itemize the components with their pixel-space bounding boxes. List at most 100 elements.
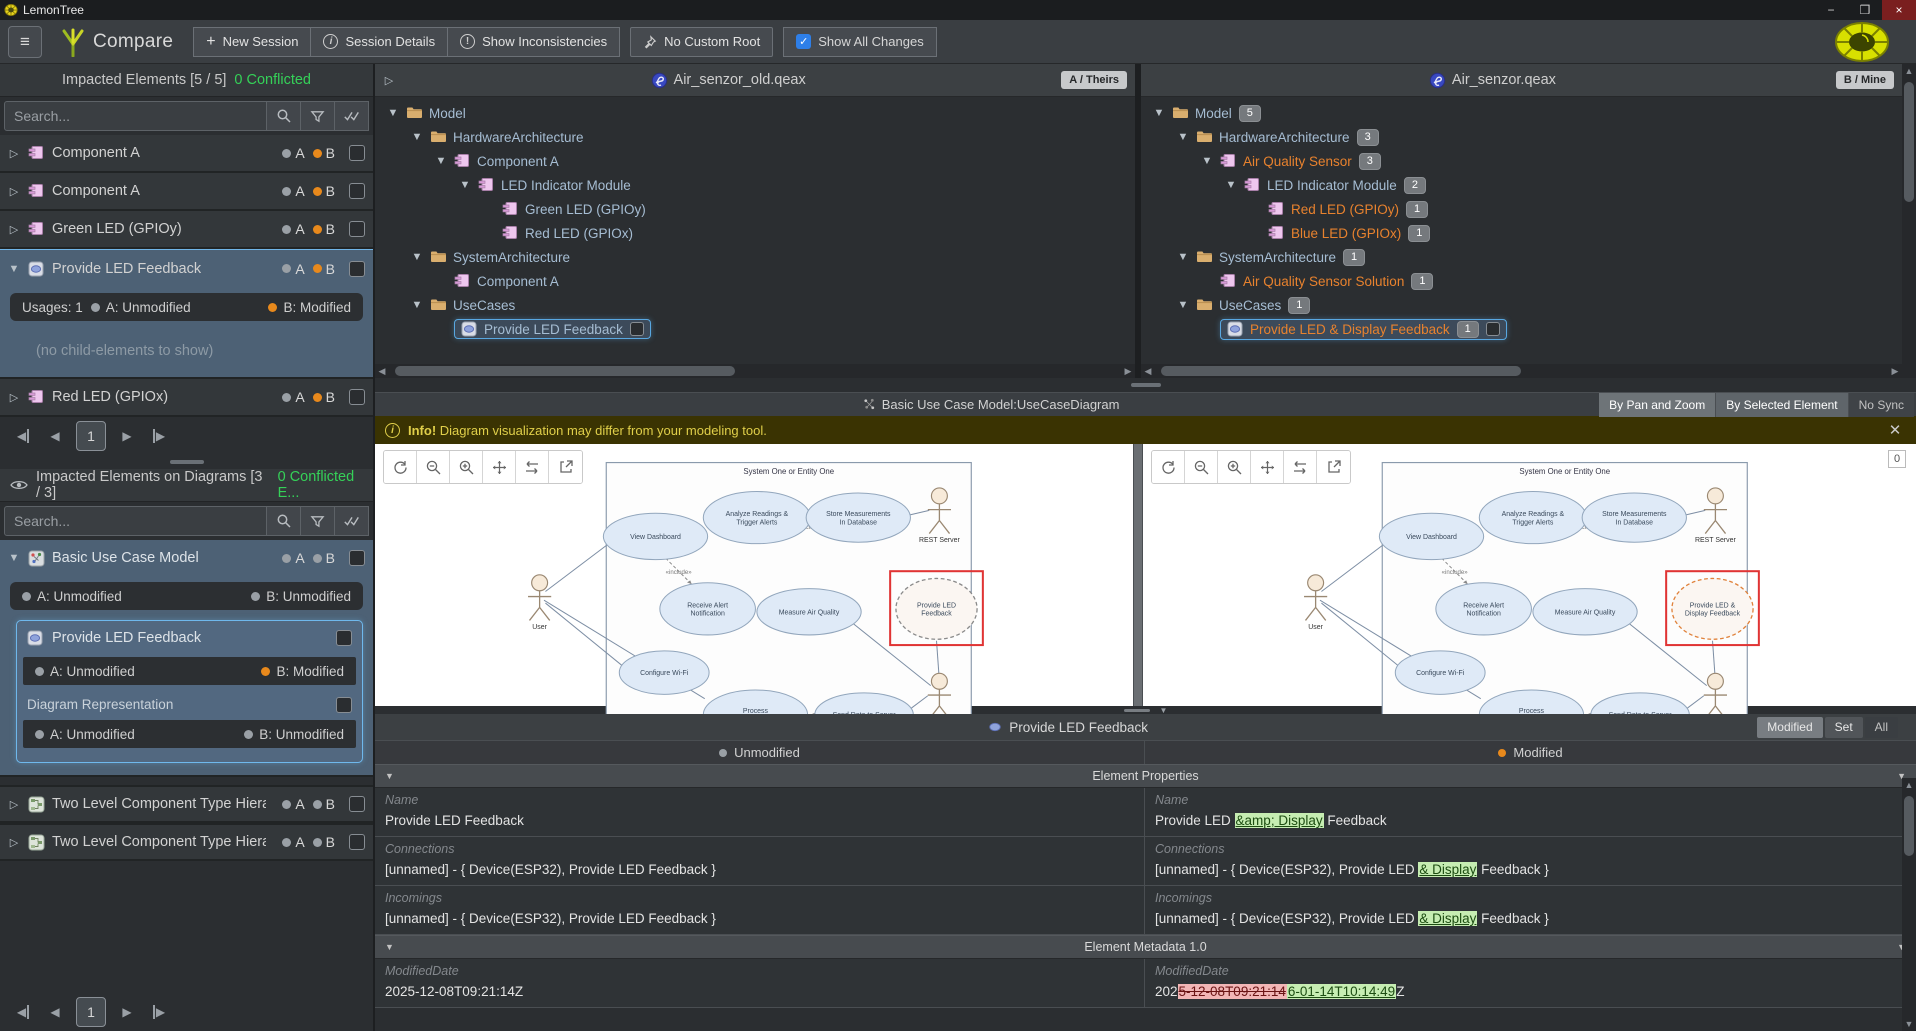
collapse-arrow-icon[interactable]: ▼ — [1225, 179, 1237, 191]
horizontal-scrollbar[interactable]: ◀ ▶ — [1141, 364, 1902, 378]
collapse-arrow-icon[interactable]: ▼ — [411, 131, 423, 143]
tree-item-led-indicator-module[interactable]: ▼LED Indicator Module — [375, 173, 1135, 197]
tree-item-systemarchitecture[interactable]: ▼SystemArchitecture — [375, 245, 1135, 269]
details-scrollbar[interactable]: ▲ ▼ — [1902, 778, 1916, 1031]
prev-page-button[interactable]: ◀ — [44, 429, 66, 443]
zoom-in-button[interactable] — [1218, 451, 1251, 483]
list-item-red-led-gpiox-[interactable]: ▷Red LED (GPIOx)AB — [0, 379, 373, 417]
minimize-button[interactable]: − — [1814, 0, 1848, 20]
collapse-arrow-icon[interactable]: ▼ — [459, 179, 471, 191]
last-page-button[interactable]: ▶ — [148, 1005, 170, 1019]
diagram-panel-splitter[interactable] — [1133, 444, 1143, 706]
current-page-button[interactable]: 1 — [76, 421, 106, 451]
collapse-arrow-icon[interactable]: ▼ — [411, 251, 423, 263]
row-checkbox[interactable] — [349, 834, 365, 850]
current-page-button[interactable]: 1 — [76, 997, 106, 1027]
sync-pan-zoom-button[interactable]: By Pan and Zoom — [1599, 393, 1715, 417]
tree-item-model[interactable]: ▼Model — [375, 101, 1135, 125]
scroll-left-icon[interactable]: ◀ — [375, 364, 389, 378]
expand-arrow-icon[interactable]: ▷ — [8, 798, 20, 811]
expand-arrow-icon[interactable]: ▷ — [8, 391, 20, 404]
tree-item-usecases[interactable]: ▼UseCases1 — [1141, 293, 1902, 317]
usecase-configure-wifi[interactable]: Configure Wi-Fi — [1395, 651, 1485, 694]
next-page-button[interactable]: ▶ — [116, 1005, 138, 1019]
usecase-configure-wifi[interactable]: Configure Wi-Fi — [619, 651, 709, 694]
tree-item-green-led-gpioy-[interactable]: Green LED (GPIOy) — [375, 197, 1135, 221]
usecase-measure-air-quality[interactable]: Measure Air Quality — [1532, 589, 1636, 635]
row-checkbox[interactable] — [349, 221, 365, 237]
scroll-up-icon[interactable]: ▲ — [1902, 64, 1916, 78]
menu-button[interactable]: ≡ — [8, 26, 42, 58]
collapse-arrow-icon[interactable]: ▼ — [8, 263, 20, 275]
expand-arrow-icon[interactable]: ▷ — [8, 185, 20, 198]
expand-arrow-icon[interactable]: ▷ — [8, 836, 20, 849]
usecase-analyze-readings[interactable]: Analyze Readings &Trigger Alerts — [703, 492, 810, 544]
basic-use-case-model-row[interactable]: ▼ Basic Use Case Model A B — [0, 540, 373, 576]
show-inconsistencies-button[interactable]: !Show Inconsistencies — [448, 27, 620, 57]
search-input[interactable] — [4, 101, 267, 131]
scroll-left-icon[interactable]: ◀ — [1141, 364, 1155, 378]
tree-item-blue-led-gpiox-[interactable]: Blue LED (GPIOx)1 — [1141, 221, 1902, 245]
zoom-in-button[interactable] — [450, 451, 483, 483]
new-session-button[interactable]: +New Session — [193, 27, 311, 57]
collapse-arrow-icon[interactable]: ▼ — [1177, 131, 1189, 143]
tree-item-led-indicator-module[interactable]: ▼LED Indicator Module2 — [1141, 173, 1902, 197]
row-checkbox[interactable] — [349, 550, 365, 566]
collapse-arrow-icon[interactable]: ▼ — [435, 155, 447, 167]
pan-button[interactable] — [1251, 451, 1284, 483]
usecase-analyze-readings[interactable]: Analyze Readings &Trigger Alerts — [1479, 492, 1586, 544]
tree-item-component-a[interactable]: Component A — [375, 269, 1135, 293]
row-checkbox[interactable] — [349, 796, 365, 812]
list-item-two-level-component-type-hierarchy[interactable]: ▷Two Level Component Type HierarchyAB — [0, 823, 373, 861]
tree-item-hardwarearchitecture[interactable]: ▼HardwareArchitecture — [375, 125, 1135, 149]
restore-button[interactable]: ❒ — [1848, 0, 1882, 20]
collapse-arrow-icon[interactable]: ▼ — [385, 771, 394, 781]
select-all-button[interactable] — [335, 101, 369, 131]
no-sync-button[interactable]: No Sync — [1848, 393, 1914, 417]
filter-all-button[interactable]: All — [1865, 717, 1898, 738]
tree-item-component-a[interactable]: ▼Component A — [375, 149, 1135, 173]
scroll-down-icon[interactable]: ▼ — [1902, 1017, 1916, 1031]
tree-item-model[interactable]: ▼Model5 — [1141, 101, 1902, 125]
close-button[interactable]: × — [1882, 0, 1916, 20]
usecase-store-measurements[interactable]: Store MeasurementsIn Database — [1582, 493, 1686, 542]
filter-set-button[interactable]: Set — [1825, 717, 1863, 738]
tree-item-usecases[interactable]: ▼UseCases — [375, 293, 1135, 317]
tree-item-provide-led-display-feedback[interactable]: Provide LED & Display Feedback1 — [1141, 317, 1902, 341]
horizontal-scrollbar[interactable]: ◀ ▶ — [375, 364, 1135, 378]
list-item-provide-led-feedback[interactable]: ▼Provide LED FeedbackAB — [0, 249, 373, 287]
scroll-right-icon[interactable]: ▶ — [1888, 364, 1902, 378]
row-checkbox[interactable] — [349, 261, 365, 277]
show-all-changes-toggle[interactable]: ✓ Show All Changes — [783, 27, 937, 57]
collapse-arrow-icon[interactable]: ▼ — [8, 552, 20, 564]
collapse-arrow-icon[interactable]: ▼ — [411, 299, 423, 311]
usecase-receive-alert[interactable]: Receive AlertNotification — [660, 583, 756, 635]
collapse-arrow-icon[interactable]: ▼ — [1201, 155, 1213, 167]
selected-tree-item[interactable]: Provide LED & Display Feedback1 — [1220, 319, 1507, 340]
row-checkbox[interactable] — [349, 183, 365, 199]
expand-arrow-icon[interactable]: ▷ — [8, 147, 20, 160]
refresh-button[interactable] — [384, 451, 417, 483]
provide-led-feedback-card[interactable]: Provide LED Feedback A: Unmodified B: Mo… — [16, 620, 363, 763]
row-checkbox[interactable] — [1486, 322, 1500, 336]
sync-selected-element-button[interactable]: By Selected Element — [1715, 393, 1847, 417]
usecase-store-measurements[interactable]: Store MeasurementsIn Database — [806, 493, 910, 542]
list-item-two-level-component-type-hierarchy[interactable]: ▷Two Level Component Type HierarchyAB — [0, 785, 373, 823]
no-custom-root-button[interactable]: No Custom Root — [630, 27, 773, 57]
zoom-out-button[interactable] — [417, 451, 450, 483]
first-page-button[interactable]: ◀ — [12, 1005, 34, 1019]
tree-item-air-quality-sensor-solution[interactable]: Air Quality Sensor Solution1 — [1141, 269, 1902, 293]
session-details-button[interactable]: iSession Details — [311, 27, 448, 57]
scroll-up-icon[interactable]: ▲ — [1902, 778, 1916, 792]
expand-icon[interactable]: ▷ — [383, 74, 395, 87]
row-checkbox[interactable] — [336, 630, 352, 646]
scroll-right-icon[interactable]: ▶ — [1121, 364, 1135, 378]
tree-item-provide-led-feedback[interactable]: Provide LED Feedback — [375, 317, 1135, 341]
selected-tree-item[interactable]: Provide LED Feedback — [454, 319, 651, 339]
row-checkbox[interactable] — [630, 322, 644, 336]
filter-button[interactable] — [301, 506, 335, 536]
collapse-arrow-icon[interactable]: ▼ — [1177, 251, 1189, 263]
tree-item-red-led-gpioy-[interactable]: Red LED (GPIOy)1 — [1141, 197, 1902, 221]
refresh-button[interactable] — [1152, 451, 1185, 483]
select-all-button[interactable] — [335, 506, 369, 536]
